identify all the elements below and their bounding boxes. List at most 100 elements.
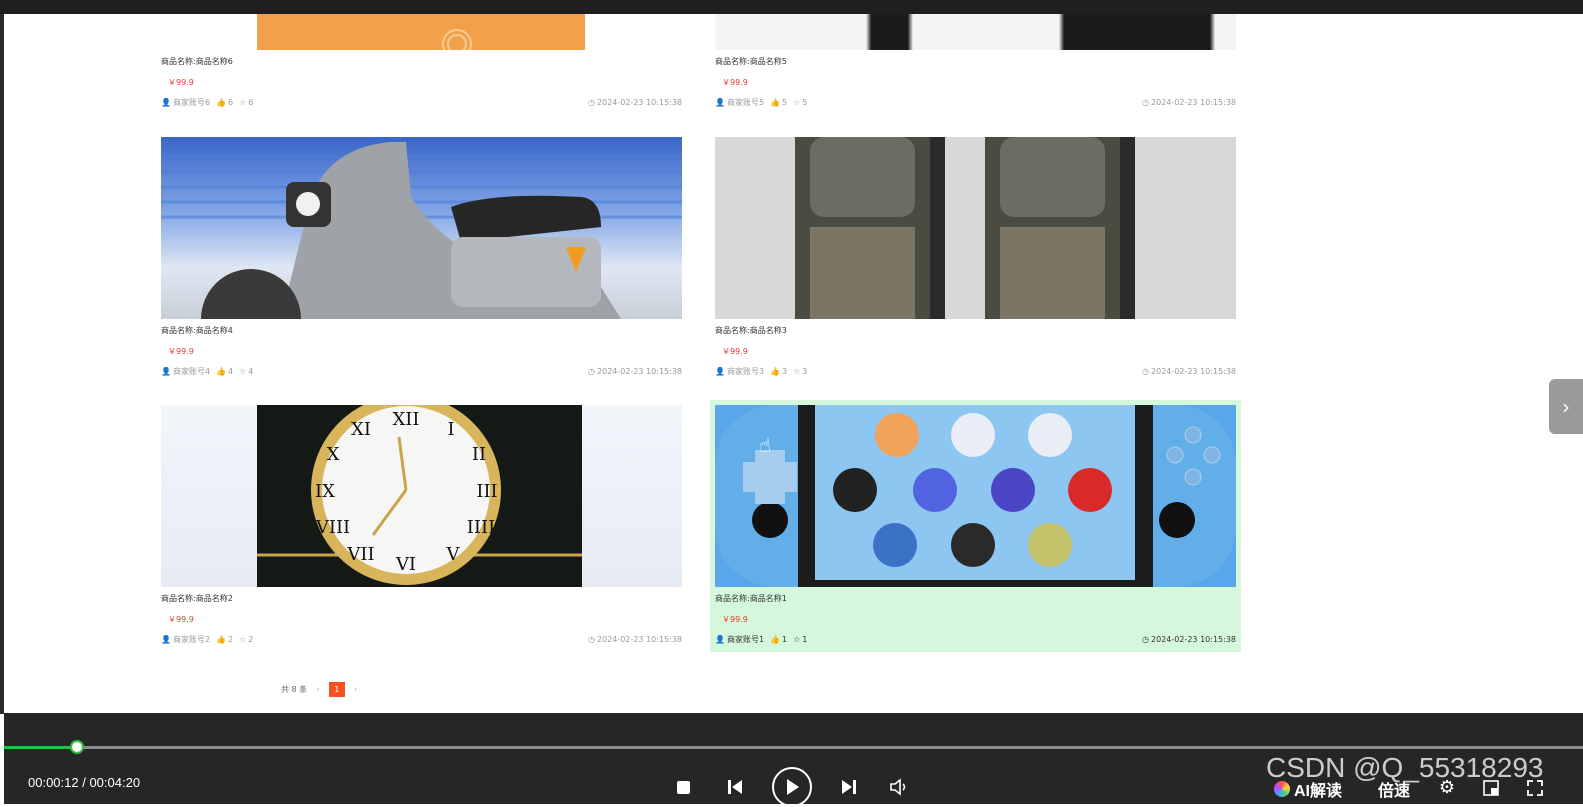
thumbs-up-icon[interactable]: 👍 <box>770 98 780 107</box>
product-price: ￥99.9 <box>722 78 748 87</box>
picture-in-picture-button[interactable] <box>1480 778 1502 798</box>
publish-time: 2024-02-23 10:15:38 <box>1151 367 1236 376</box>
merchant-name: 商家账号5 <box>726 98 765 107</box>
orange-cloth-image[interactable] <box>257 14 585 50</box>
playback-speed-button[interactable]: 倍速 <box>1378 777 1410 801</box>
cursor-hand-icon: ☝ <box>759 433 772 457</box>
svg-text:X: X <box>327 444 340 465</box>
progress-bar[interactable] <box>4 740 1583 754</box>
product-card-3[interactable]: 商品名称:商品名称3 ￥99.9 👤 商家账号3 👍 3 ☆ 3 ◷ 2024-02-2… <box>715 137 1236 379</box>
skip-forward-icon <box>842 780 856 794</box>
merchant-name: 商家账号6 <box>172 98 211 107</box>
svg-text:XII: XII <box>392 409 419 430</box>
next-page-button[interactable]: › <box>354 685 358 695</box>
svg-text:III: III <box>476 481 497 502</box>
fullscreen-button[interactable] <box>1524 778 1546 798</box>
svg-text:VI: VI <box>395 554 416 575</box>
svg-text:II: II <box>472 444 486 465</box>
clock-icon: ◷ <box>1142 635 1150 644</box>
clock-icon: ◷ <box>588 635 596 644</box>
product-name[interactable]: 商品名称:商品名称3 <box>715 325 787 336</box>
product-card-1[interactable]: ☝ 商品名称:商品名称1 ￥99.9 👤 商家账号1 👍 1 ☆ 1 ◷ 2024-02… <box>710 400 1241 652</box>
svg-text:I: I <box>447 419 454 440</box>
pip-icon <box>1483 780 1499 796</box>
star-icon[interactable]: ☆ <box>793 98 800 107</box>
thumbs-up-icon[interactable]: 👍 <box>216 98 226 107</box>
thumbs-up-icon[interactable]: 👍 <box>216 367 226 376</box>
product-price: ￥99.9 <box>722 347 748 356</box>
dark-devices-image[interactable] <box>715 14 1236 50</box>
publish-time: 2024-02-23 10:15:38 <box>1151 98 1236 107</box>
favorite-count: 4 <box>248 367 254 376</box>
top-bar <box>0 0 1583 14</box>
playback-time: 00:00:12 / 00:04:20 <box>28 775 141 790</box>
product-name[interactable]: 商品名称:商品名称1 <box>715 593 787 604</box>
clock-image[interactable]: XII I II III IIII V VI VII VIII IX X XI <box>161 405 682 587</box>
thumbs-up-icon[interactable]: 👍 <box>216 635 226 644</box>
scooter-image[interactable] <box>161 137 682 319</box>
publish-time: 2024-02-23 10:15:38 <box>597 367 682 376</box>
like-count: 3 <box>782 367 788 376</box>
ai-interpret-button[interactable]: AI解读 <box>1274 777 1342 801</box>
page-number-button[interactable]: 1 <box>328 682 345 697</box>
svg-text:IX: IX <box>315 481 335 502</box>
star-icon[interactable]: ☆ <box>793 367 800 376</box>
svg-text:VIII: VIII <box>315 517 350 538</box>
next-button[interactable] <box>838 777 860 797</box>
product-meta: 👤 商家账号5 👍 5 ☆ 5 ◷ 2024-02-23 10:15:38 <box>715 97 1236 108</box>
user-icon: 👤 <box>715 635 725 644</box>
speakers-image[interactable] <box>715 137 1236 319</box>
star-icon[interactable]: ☆ <box>239 98 246 107</box>
product-card-6[interactable]: 商品名称:商品名称6 ￥99.9 👤 商家账号6 👍 6 ☆ 6 ◷ 2024-02-2… <box>161 14 682 110</box>
product-card-4[interactable]: 商品名称:商品名称4 ￥99.9 👤 商家账号4 👍 4 ☆ 4 ◷ 2024-02-2… <box>161 137 682 379</box>
svg-text:V: V <box>446 544 461 565</box>
thumbs-up-icon[interactable]: 👍 <box>770 635 780 644</box>
star-icon[interactable]: ☆ <box>239 367 246 376</box>
previous-button[interactable] <box>724 777 746 797</box>
prev-page-button[interactable]: ‹ <box>316 685 320 695</box>
clock-icon: ◷ <box>588 367 596 376</box>
product-meta: 👤 商家账号4 👍 4 ☆ 4 ◷ 2024-02-23 10:15:38 <box>161 366 682 377</box>
play-icon <box>787 779 799 795</box>
product-meta: 👤 商家账号1 👍 1 ☆ 1 ◷ 2024-02-23 10:15:38 <box>715 634 1236 645</box>
user-icon: 👤 <box>161 635 171 644</box>
volume-icon <box>890 778 906 796</box>
ai-logo-icon <box>1274 781 1290 797</box>
volume-button[interactable] <box>888 777 910 797</box>
clock-icon: ◷ <box>1142 367 1150 376</box>
merchant-name: 商家账号1 <box>726 635 765 644</box>
product-name[interactable]: 商品名称:商品名称4 <box>161 325 233 336</box>
stop-button[interactable] <box>675 779 691 795</box>
thumbs-up-icon[interactable]: 👍 <box>770 367 780 376</box>
favorite-count: 1 <box>802 635 808 644</box>
svg-text:XI: XI <box>351 419 371 440</box>
product-card-5[interactable]: 商品名称:商品名称5 ￥99.9 👤 商家账号5 👍 5 ☆ 5 ◷ 2024-02-2… <box>715 14 1236 110</box>
svg-text:VII: VII <box>346 544 374 565</box>
product-meta: 👤 商家账号6 👍 6 ☆ 6 ◷ 2024-02-23 10:15:38 <box>161 97 682 108</box>
product-name[interactable]: 商品名称:商品名称6 <box>161 56 233 67</box>
game-console-image[interactable]: ☝ <box>715 405 1236 587</box>
favorite-count: 2 <box>248 635 254 644</box>
product-name[interactable]: 商品名称:商品名称2 <box>161 593 233 604</box>
progress-handle[interactable] <box>69 740 84 754</box>
clock-icon: ◷ <box>1142 98 1150 107</box>
product-price: ￥99.9 <box>722 615 748 624</box>
play-button[interactable] <box>772 767 812 807</box>
star-icon[interactable]: ☆ <box>239 635 246 644</box>
stop-icon <box>676 780 690 794</box>
star-icon[interactable]: ☆ <box>793 635 800 644</box>
side-panel-toggle[interactable]: › <box>1549 379 1583 434</box>
clock-icon: ◷ <box>588 98 596 107</box>
like-count: 4 <box>228 367 234 376</box>
product-price: ￥99.9 <box>168 78 194 87</box>
pagination: 共 8 条 ‹ 1 › <box>281 682 366 697</box>
user-icon: 👤 <box>715 98 725 107</box>
product-card-2[interactable]: XII I II III IIII V VI VII VIII IX X XI 商品名称:商品名… <box>161 405 682 647</box>
favorite-count: 5 <box>802 98 808 107</box>
merchant-name: 商家账号2 <box>172 635 211 644</box>
settings-button[interactable]: ⚙ <box>1436 778 1458 798</box>
progress-fill <box>4 746 77 749</box>
like-count: 2 <box>228 635 234 644</box>
product-name[interactable]: 商品名称:商品名称5 <box>715 56 787 67</box>
publish-time: 2024-02-23 10:15:38 <box>597 635 682 644</box>
